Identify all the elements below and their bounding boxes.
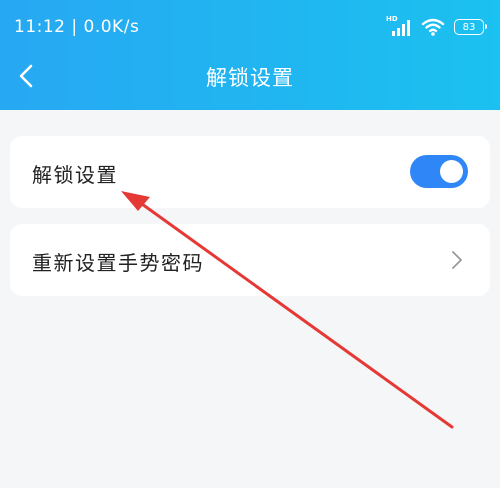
battery-indicator: 83 xyxy=(454,19,487,35)
unlock-setting-label: 解锁设置 xyxy=(32,163,118,187)
chevron-right-icon xyxy=(452,251,462,269)
status-bar: 11:12 | 0.0K/s HD 83 xyxy=(0,0,500,52)
page-title: 解锁设置 xyxy=(206,66,294,90)
app-header: 11:12 | 0.0K/s HD 83 解锁设置 xyxy=(0,0,500,110)
status-icons: HD 83 xyxy=(386,15,487,38)
cellular-signal: HD xyxy=(386,15,412,37)
battery-level: 83 xyxy=(462,21,476,33)
toggle-knob xyxy=(440,160,463,183)
setting-row-reset-gesture[interactable]: 重新设置手势密码 xyxy=(10,224,490,296)
status-time-speed: 11:12 | 0.0K/s xyxy=(14,17,140,37)
signal-bars-icon xyxy=(392,20,410,36)
nav-bar: 解锁设置 xyxy=(0,52,500,102)
setting-row-unlock[interactable]: 解锁设置 xyxy=(10,136,490,208)
reset-gesture-label: 重新设置手势密码 xyxy=(32,251,204,275)
wifi-icon xyxy=(421,18,445,36)
unlock-toggle[interactable] xyxy=(410,155,468,188)
